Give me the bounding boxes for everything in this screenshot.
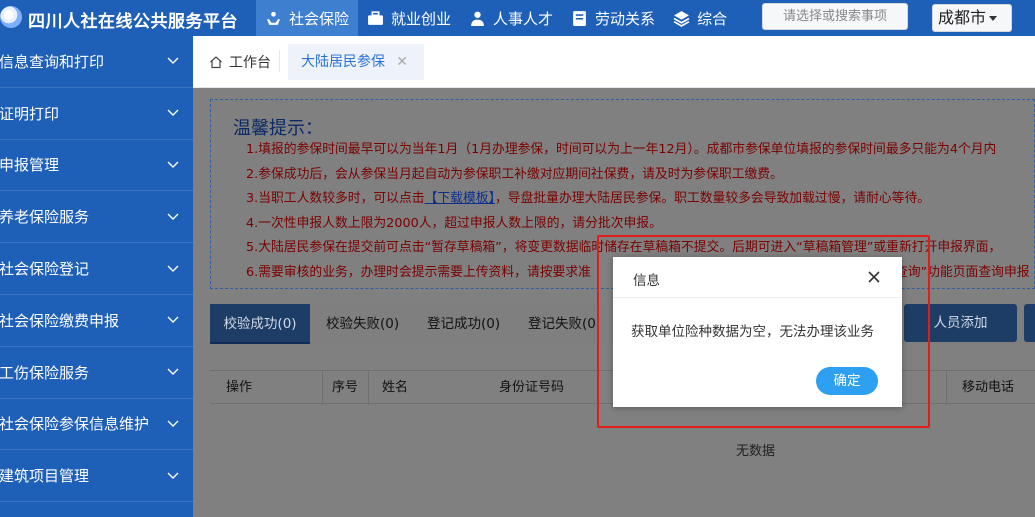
column-header-index: 序号 (332, 380, 359, 395)
confirm-button[interactable]: 确定 (816, 367, 878, 395)
sidebar-item-work-injury[interactable]: 工伤保险服务 (0, 347, 193, 399)
sidebar-item-contribution[interactable]: 社会保险缴费申报 (0, 295, 193, 347)
sidebar-item-label: 建筑项目管理 (0, 467, 90, 486)
sidebar-item-insurance-registration[interactable]: 社会保险登记 (0, 243, 193, 295)
sidebar-item-certificate-print[interactable]: 证明打印 (0, 88, 193, 140)
tab-mainland-resident-enrollment[interactable]: 大陆居民参保 ✕ (288, 44, 424, 80)
notice-line: 2.参保成功后，会从参保当月起自动为参保职工补缴对应期间社保费，请及时为参保职工… (246, 166, 783, 182)
column-header-actions: 操作 (226, 380, 253, 395)
chevron-down-icon (167, 57, 179, 65)
chevron-down-icon (167, 472, 179, 479)
chevron-down-icon (167, 420, 179, 427)
chevron-down-icon (167, 368, 179, 376)
download-template-link[interactable]: 【下载模板】 (425, 191, 495, 206)
sidebar-item-construction[interactable]: 建筑项目管理 (0, 450, 193, 503)
nav-social-insurance[interactable]: 社会保险 (256, 0, 359, 36)
nav-employment[interactable]: 就业创业 (358, 0, 460, 36)
nav-label: 人事人才 (493, 9, 554, 28)
city-select[interactable]: 成都市 (932, 4, 1012, 32)
sidebar-item-label: 申报管理 (0, 156, 60, 175)
chevron-down-icon (167, 265, 179, 272)
notice-line-text: 3.当职工人数较多时，可以点击 (246, 191, 425, 207)
dialog-message: 获取单位险种数据为空，无法办理该业务 (631, 324, 874, 340)
notice-line: 4.一次性申报人数上限为2000人，超过申报人数上限的，请分批次申报。 (246, 215, 662, 231)
sidebar-item-info-query[interactable]: 信息查询和打印 (0, 36, 193, 88)
caret-down-icon (989, 16, 998, 21)
column-header-id-number: 身份证号码 (499, 380, 565, 395)
chevron-down-icon (167, 316, 179, 324)
home-icon (210, 56, 222, 69)
site-logo-icon (0, 6, 22, 28)
info-dialog: 信息 获取单位险种数据为空，无法办理该业务 确定 (613, 257, 902, 407)
social-insurance-icon (267, 11, 280, 25)
nav-label: 综合 (697, 9, 728, 28)
nav-personnel[interactable]: 人事人才 (460, 0, 562, 36)
column-header-mobile: 移动电话 (962, 380, 1015, 395)
tab-label: 大陆居民参保 (301, 54, 385, 70)
notice-line-text: 6.需要审核的业务，办理时会提示需要上传资料，请按要求准 (246, 264, 591, 280)
chevron-down-icon (167, 213, 179, 220)
close-icon[interactable] (867, 270, 881, 284)
chevron-down-icon (167, 161, 179, 168)
notice-title: 温馨提示： (233, 118, 323, 139)
sidebar-item-label: 社会保险登记 (0, 260, 90, 279)
notice-line-text: 查询”功能页面查询申报 (894, 264, 1030, 280)
tab-validation-failed[interactable]: 校验失败(0) (326, 304, 399, 344)
sidebar-item-label: 养老保险服务 (0, 208, 90, 227)
notice-line: 3.当职工人数较多时，可以点击【下载模板】，导盘批量办理大陆居民参保。职工数量较… (246, 187, 1035, 212)
notice-line: 1.填报的参保时间最早可以为当年1月（1月办理参保，时间可以为上一年12月）。成… (246, 142, 997, 157)
empty-table-text: 无数据 (736, 444, 776, 459)
dialog-title: 信息 (633, 273, 660, 289)
nav-label: 就业创业 (391, 9, 452, 28)
column-divider (946, 371, 947, 405)
chevron-down-icon (167, 109, 179, 117)
tab-registration-success[interactable]: 登记成功(0) (427, 304, 500, 344)
notice-line-text: ，导盘批量办理大陆居民参保。职工数量较多会导致加载过慢，请耐心等待。 (494, 191, 931, 207)
layers-icon (673, 10, 690, 27)
column-divider (322, 371, 323, 405)
sidebar-item-declaration[interactable]: 申报管理 (0, 140, 193, 192)
sidebar-item-label: 社会保险缴费申报 (0, 311, 120, 330)
tab-workbench[interactable]: 工作台 (209, 52, 271, 72)
add-person-button[interactable]: 人员添加 (904, 304, 1017, 342)
sidebar-item-label: 证明打印 (0, 104, 60, 123)
briefcase-icon (368, 10, 383, 25)
dialog-header: 信息 (613, 257, 902, 298)
site-title: 四川人社在线公共服务平台 (28, 12, 238, 32)
nav-label: 社会保险 (289, 9, 350, 28)
nav-label: 劳动关系 (595, 9, 656, 28)
document-icon (573, 10, 586, 26)
city-label: 成都市 (938, 8, 987, 27)
person-icon (471, 11, 484, 26)
sidebar-item-label: 工伤保险服务 (0, 363, 90, 382)
close-icon[interactable]: ✕ (396, 44, 408, 80)
search-input[interactable]: 请选择或搜索事项 (762, 3, 908, 30)
column-header-name: 姓名 (382, 380, 409, 395)
extra-action-button[interactable] (1024, 304, 1035, 342)
sidebar-item-label: 信息查询和打印 (0, 52, 105, 71)
column-divider (368, 371, 369, 405)
page-tabs: 工作台 大陆居民参保 ✕ (193, 36, 1035, 88)
tab-registration-failed[interactable]: 登记失败(0 (528, 304, 596, 344)
top-header: 四川人社在线公共服务平台 社会保险 就业创业 人事人才 劳动关系 综合 请选择或… (0, 0, 1035, 36)
tab-divider (279, 50, 280, 72)
tab-label: 工作台 (229, 55, 271, 71)
sidebar-item-insured-info[interactable]: 社会保险参保信息维护 (0, 399, 193, 451)
sidebar-item-pension[interactable]: 养老保险服务 (0, 191, 193, 244)
main-nav: 社会保险 就业创业 人事人才 劳动关系 综合 (256, 0, 736, 36)
nav-labor-relations[interactable]: 劳动关系 (562, 0, 664, 36)
sidebar-item-label: 社会保险参保信息维护 (0, 415, 150, 434)
sidebar: 信息查询和打印 证明打印 申报管理 养老保险服务 社会保险登记 社会保险缴费申报… (0, 36, 193, 517)
nav-general[interactable]: 综合 (664, 0, 736, 36)
tab-validation-success[interactable]: 校验成功(0) (210, 304, 310, 344)
